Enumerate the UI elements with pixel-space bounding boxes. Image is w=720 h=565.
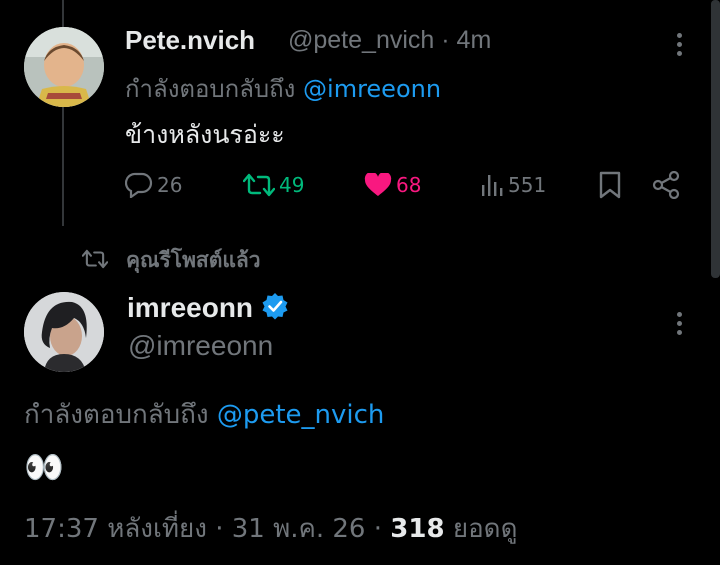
more-icon[interactable] xyxy=(677,33,683,60)
reply-count: 26 xyxy=(157,173,183,197)
reply-icon xyxy=(125,172,153,198)
main-views-count: 318 xyxy=(390,514,445,544)
main-tweet-text: 👀 xyxy=(24,448,64,486)
like-button[interactable]: 68 xyxy=(364,170,421,200)
main-views-label: ยอดดู xyxy=(452,514,518,544)
like-count: 68 xyxy=(396,173,422,197)
thread-line-top xyxy=(62,0,64,28)
author-name[interactable]: Pete.nvich xyxy=(125,25,255,56)
share-icon xyxy=(652,171,680,199)
reply-button[interactable]: 26 xyxy=(125,170,182,200)
heart-icon xyxy=(364,173,392,197)
retweet-banner: คุณรีโพสต์แล้ว xyxy=(81,244,261,277)
bookmark-icon xyxy=(598,171,622,199)
dot-separator-2: · xyxy=(373,514,383,544)
scrollbar[interactable] xyxy=(711,0,720,278)
tweet-text: ข้างหลังนรอ่ะะ xyxy=(125,120,285,149)
avatar-imreeonn[interactable] xyxy=(24,292,104,372)
avatar-pete-nvich[interactable] xyxy=(24,27,104,107)
retweet-button[interactable]: 49 xyxy=(243,170,304,200)
retweet-icon xyxy=(243,173,275,197)
main-more-icon[interactable] xyxy=(677,312,683,339)
verified-badge-icon xyxy=(261,292,289,324)
tweet-time[interactable]: 4m xyxy=(457,26,492,54)
views-icon xyxy=(480,173,504,197)
retweet-count: 49 xyxy=(279,173,305,197)
thread-line-bottom xyxy=(62,106,64,226)
main-replying-to-label: กำลังตอบกลับถึง xyxy=(24,400,209,430)
main-author-name[interactable]: imreeonn xyxy=(127,292,253,324)
main-tweet-date[interactable]: 31 พ.ค. 26 xyxy=(232,514,366,544)
share-button[interactable] xyxy=(652,170,680,200)
bookmark-button[interactable] xyxy=(598,170,622,200)
replying-to-label: กำลังตอบกลับถึง xyxy=(125,75,296,103)
retweet-banner-label: คุณรีโพสต์แล้ว xyxy=(126,248,261,272)
replying-to-handle[interactable]: @imreeonn xyxy=(303,75,441,103)
main-author-handle[interactable]: @imreeonn xyxy=(128,330,273,362)
dot-separator-1: · xyxy=(215,514,224,544)
views-button[interactable]: 551 xyxy=(480,170,546,200)
main-tweet-time[interactable]: 17:37 หลังเที่ยง xyxy=(24,514,207,544)
author-handle[interactable]: @pete_nvich xyxy=(288,26,434,54)
dot-separator: · xyxy=(441,26,450,54)
retweet-small-icon xyxy=(81,249,109,273)
views-count: 551 xyxy=(508,173,547,197)
main-replying-to-handle[interactable]: @pete_nvich xyxy=(217,400,385,430)
